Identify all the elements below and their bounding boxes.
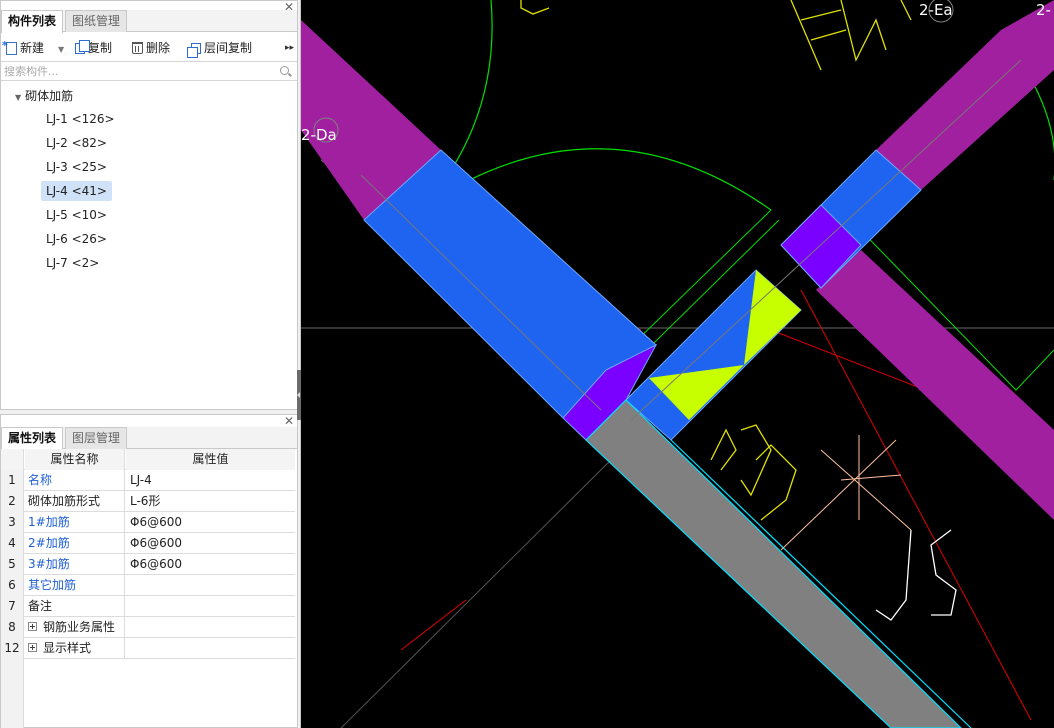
property-row-expandable[interactable]: 8 钢筋业务属性: [1, 617, 295, 638]
axis-label-right: 2-: [1036, 1, 1051, 19]
caret-down-icon[interactable]: ▼: [15, 93, 21, 102]
left-panel: ✕ 构件列表 图纸管理 新建 ▼ 复制 删除 层间复制 ▸▸: [0, 0, 301, 728]
trash-icon: [132, 42, 143, 54]
tab-property-list[interactable]: 属性列表: [1, 427, 64, 450]
new-button[interactable]: 新建: [2, 37, 44, 57]
more-tools-icon[interactable]: ▸▸: [285, 43, 294, 53]
tree-item-lj-7[interactable]: LJ-7 <2>: [41, 253, 104, 273]
cad-drawing[interactable]: [301, 0, 1054, 728]
floor-copy-button[interactable]: 层间复制: [187, 39, 252, 58]
search-input[interactable]: [4, 63, 274, 80]
property-value[interactable]: [126, 596, 295, 617]
tree-item-lj-6[interactable]: LJ-6 <26>: [41, 229, 112, 249]
property-row-expandable[interactable]: 12 显示样式: [1, 638, 295, 659]
property-value[interactable]: L-6形: [126, 491, 295, 512]
property-row[interactable]: 4 2#加筋 Φ6@600: [1, 533, 295, 554]
header-name: 属性名称: [25, 449, 125, 470]
cad-canvas[interactable]: 2-Da 2-Ea 2-: [301, 0, 1054, 728]
property-row[interactable]: 7 备注: [1, 596, 295, 617]
header-value: 属性值: [126, 449, 295, 470]
property-row[interactable]: 5 3#加筋 Φ6@600: [1, 554, 295, 575]
property-tabs: 属性列表 图层管理: [1, 427, 297, 450]
component-tabs: 构件列表 图纸管理: [1, 10, 297, 33]
property-value[interactable]: Φ6@600: [126, 512, 295, 533]
property-row[interactable]: 3 1#加筋 Φ6@600: [1, 512, 295, 533]
property-value: [126, 617, 295, 638]
property-panel: ✕ 属性列表 图层管理 属性名称 属性值 1 名称 LJ-4 2 砌体加筋形式 …: [0, 414, 298, 728]
property-row[interactable]: 6 其它加筋: [1, 575, 295, 596]
tree-item-lj-5[interactable]: LJ-5 <10>: [41, 205, 112, 225]
tab-layer-management[interactable]: 图层管理: [65, 427, 128, 449]
property-value: [126, 638, 295, 659]
axis-label-2-da: 2-Da: [301, 126, 337, 144]
expand-plus-icon[interactable]: [28, 643, 37, 652]
close-icon[interactable]: ✕: [284, 415, 294, 427]
property-grid-header: 属性名称 属性值: [1, 449, 295, 470]
floor-copy-icon: [187, 42, 201, 58]
tab-component-list[interactable]: 构件列表: [1, 10, 64, 33]
axis-label-2-ea: 2-Ea: [919, 1, 953, 19]
tab-drawing-management[interactable]: 图纸管理: [65, 10, 128, 32]
delete-button[interactable]: 删除: [132, 39, 170, 57]
expand-plus-icon[interactable]: [28, 622, 37, 631]
tree-item-lj-4[interactable]: LJ-4 <41>: [41, 181, 112, 201]
property-value[interactable]: Φ6@600: [126, 533, 295, 554]
new-file-icon: [2, 37, 17, 55]
property-value[interactable]: [126, 575, 295, 596]
property-value[interactable]: Φ6@600: [126, 554, 295, 575]
tree-item-lj-2[interactable]: LJ-2 <82>: [41, 133, 112, 153]
component-toolbar: 新建 ▼ 复制 删除 层间复制 ▸▸: [1, 35, 297, 61]
property-row[interactable]: 2 砌体加筋形式 L-6形: [1, 491, 295, 512]
chevron-down-icon[interactable]: ▼: [58, 45, 64, 54]
tree-root-masonry-rebar[interactable]: ▼ 砌体加筋: [15, 87, 73, 105]
copy-icon: [75, 39, 90, 54]
property-value[interactable]: LJ-4: [126, 470, 295, 491]
tree-item-lj-3[interactable]: LJ-3 <25>: [41, 157, 112, 177]
search-box: [1, 61, 297, 81]
tree-item-lj-1[interactable]: LJ-1 <126>: [41, 109, 120, 129]
copy-button[interactable]: 复制: [75, 39, 112, 57]
component-list-panel: ✕ 构件列表 图纸管理 新建 ▼ 复制 删除 层间复制 ▸▸: [0, 0, 298, 410]
search-icon[interactable]: [280, 66, 289, 75]
property-row[interactable]: 1 名称 LJ-4: [1, 470, 295, 491]
